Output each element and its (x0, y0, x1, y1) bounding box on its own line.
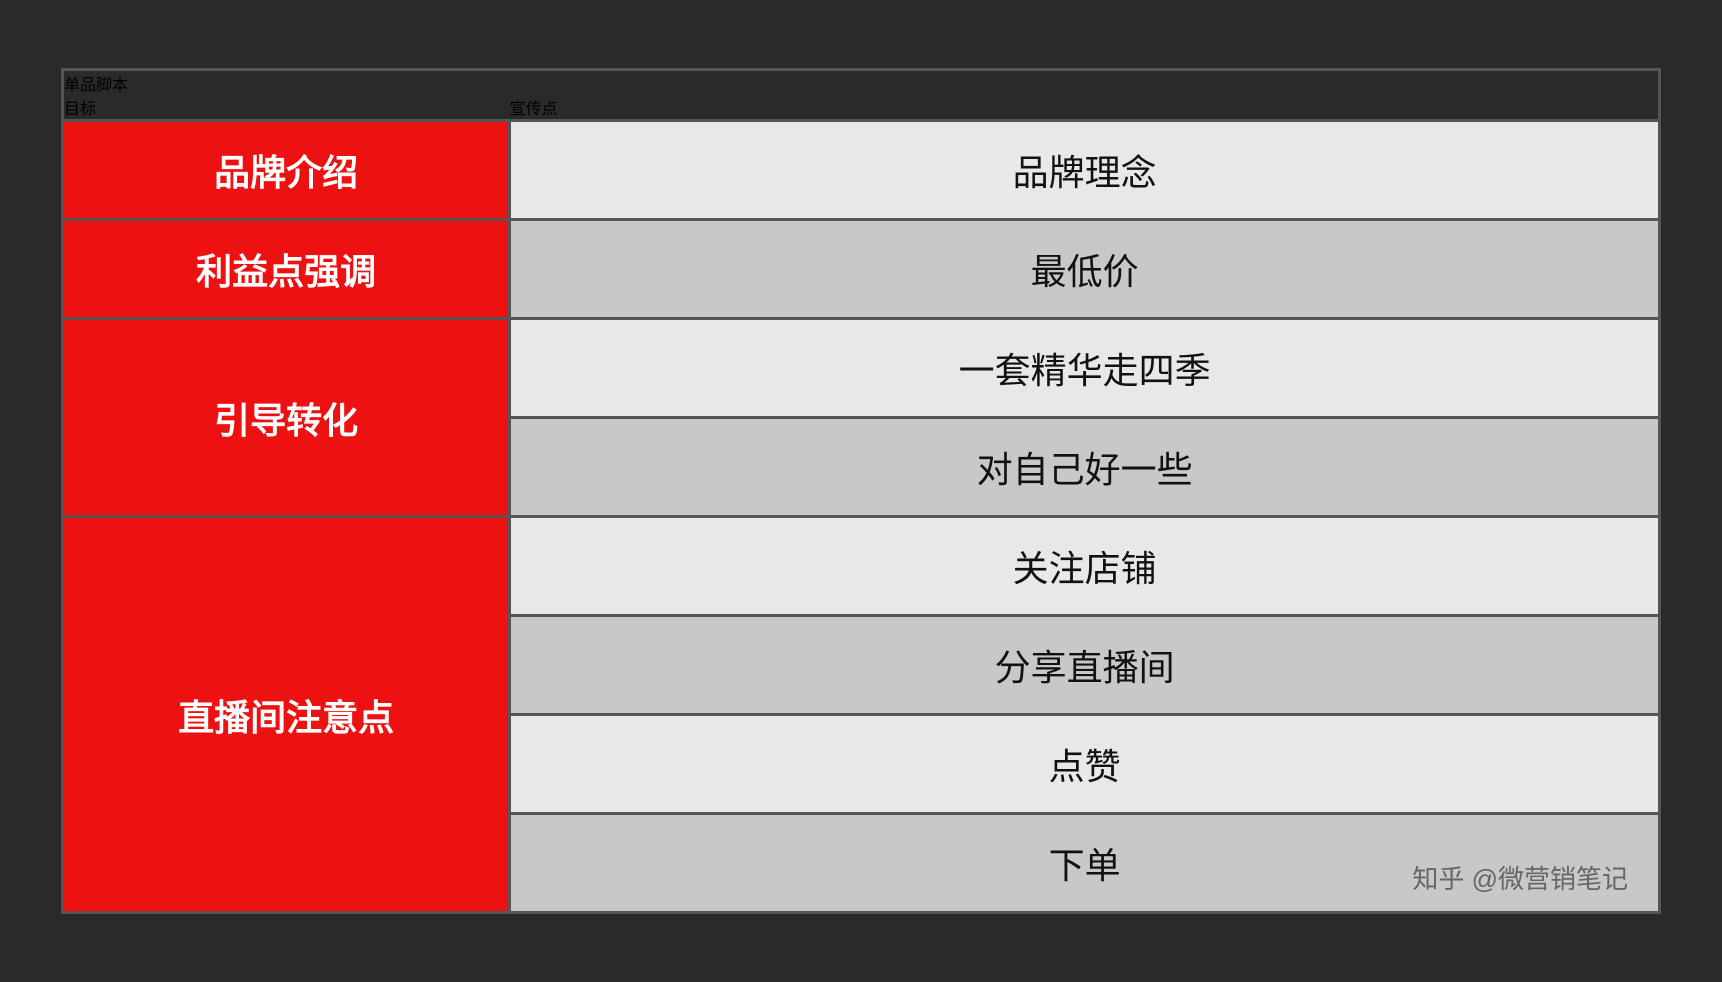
right-cell-guide-1: 一套精华走四季 (510, 319, 1660, 418)
table-title: 单品脚本 (63, 70, 1660, 96)
left-cell-brand: 品牌介绍 (63, 121, 510, 220)
header-row: 目标 宣传点 (63, 95, 1660, 121)
left-cell-guide: 引导转化 (63, 319, 510, 517)
right-cell-live-2: 分享直播间 (510, 616, 1660, 715)
left-cell-live: 直播间注意点 (63, 517, 510, 913)
left-cell-benefit: 利益点强调 (63, 220, 510, 319)
right-cell-benefit: 最低价 (510, 220, 1660, 319)
right-cell-live-3: 点赞 (510, 715, 1660, 814)
right-cell-live-4: 下单 知乎 @微营销笔记 (510, 814, 1660, 913)
right-cell-brand: 品牌理念 (510, 121, 1660, 220)
table-row: 利益点强调 最低价 (63, 220, 1660, 319)
main-table: 单品脚本 目标 宣传点 品牌介绍 品牌理念 利益点强调 最低价 引导转化 一套精… (61, 68, 1661, 914)
right-cell-live-1: 关注店铺 (510, 517, 1660, 616)
table-row: 直播间注意点 关注店铺 (63, 517, 1660, 616)
cell-text-live-4: 下单 (1049, 845, 1121, 886)
header-col2: 宣传点 (510, 95, 1660, 121)
table-row: 品牌介绍 品牌理念 (63, 121, 1660, 220)
table-row: 引导转化 一套精华走四季 (63, 319, 1660, 418)
title-row: 单品脚本 (63, 70, 1660, 96)
header-col1: 目标 (63, 95, 510, 121)
right-cell-guide-2: 对自己好一些 (510, 418, 1660, 517)
watermark-text: 知乎 @微营销笔记 (1412, 859, 1628, 896)
page-wrapper: 单品脚本 目标 宣传点 品牌介绍 品牌理念 利益点强调 最低价 引导转化 一套精… (0, 0, 1722, 982)
